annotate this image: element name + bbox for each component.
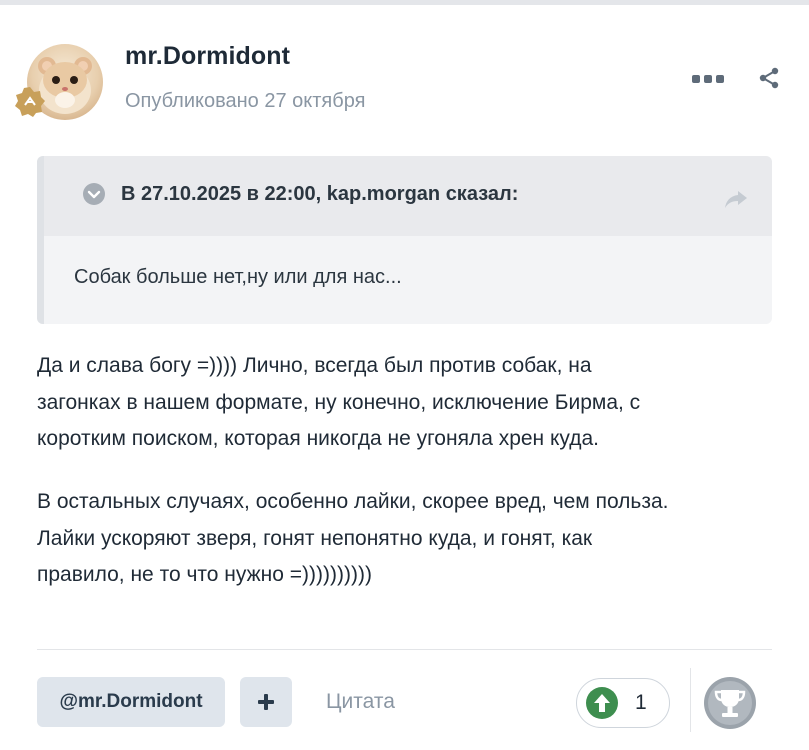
footer-separator [690, 668, 691, 732]
share-icon[interactable] [757, 66, 781, 90]
published-value: 27 октября [264, 90, 366, 112]
quote-citation[interactable]: В 27.10.2025 в 22:00, kap.morgan сказал: [121, 183, 518, 206]
footer-divider [37, 649, 772, 650]
top-border [0, 0, 809, 5]
quote-block: В 27.10.2025 в 22:00, kap.morgan сказал:… [37, 156, 772, 324]
post-paragraph-1: Да и слава богу =)))) Лично, всегда был … [37, 348, 777, 458]
post-line: В остальных случаях, особенно лайки, ско… [37, 490, 669, 513]
reaction-button[interactable]: 1 [576, 678, 670, 728]
upvote-icon [586, 687, 618, 719]
post-paragraph-2: В остальных случаях, особенно лайки, ско… [37, 484, 777, 594]
mention-button[interactable]: @mr.Dormidont [37, 677, 225, 727]
post-line: коротким поиском, которая никогда не уго… [37, 427, 599, 450]
more-options-icon[interactable] [692, 74, 724, 84]
reaction-count: 1 [635, 691, 647, 714]
quote-border [37, 156, 44, 324]
rank-badge-icon [15, 87, 45, 117]
quote-header: В 27.10.2025 в 22:00, kap.morgan сказал: [44, 156, 772, 236]
post-line: Лайки ускоряют зверя, гонят непонятно ку… [37, 526, 593, 550]
plus-icon [258, 694, 274, 710]
quote-text: Собак больше нет,ну или для нас... [74, 266, 402, 288]
quote-toggle-icon[interactable] [83, 183, 105, 205]
published-date: Опубликовано 27 октября [125, 90, 365, 113]
post-line: правило, не то что нужно =)))))))))) [37, 563, 372, 586]
quote-button[interactable]: Цитата [326, 690, 395, 714]
multiquote-add-button[interactable] [240, 677, 292, 727]
trophy-icon[interactable] [703, 676, 757, 730]
published-prefix: Опубликовано [125, 90, 259, 112]
quote-share-icon[interactable] [723, 188, 749, 210]
post-line: Да и слава богу =)))) Лично, всегда был … [37, 354, 592, 377]
author-name[interactable]: mr.Dormidont [125, 42, 290, 71]
post-line: загонках в нашем формате, ну конечно, ис… [37, 390, 641, 414]
